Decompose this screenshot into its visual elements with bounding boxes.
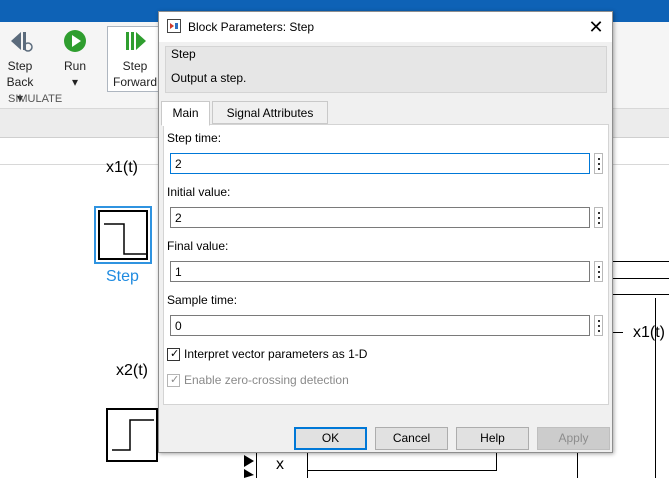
interpret-vector-checkbox[interactable]: ✓ bbox=[167, 348, 180, 361]
apply-button: Apply bbox=[537, 427, 610, 450]
final-value-more-button[interactable] bbox=[594, 261, 603, 282]
wire bbox=[577, 453, 578, 478]
block-description: Output a step. bbox=[171, 71, 247, 85]
initial-value-more-button[interactable] bbox=[594, 207, 603, 228]
wire bbox=[307, 470, 497, 471]
step-back-icon bbox=[11, 32, 33, 52]
step-forward-icon bbox=[126, 32, 146, 50]
step-time-more-button[interactable] bbox=[594, 153, 603, 174]
wire bbox=[613, 278, 669, 279]
input-port-arrow-icon bbox=[244, 455, 254, 478]
step-forward-label: Step bbox=[122, 59, 148, 73]
step-forward-label-2: Forward bbox=[112, 75, 157, 89]
ok-button[interactable]: OK bbox=[294, 427, 367, 450]
dialog-title: Block Parameters: Step bbox=[188, 20, 315, 34]
block-edge bbox=[655, 298, 656, 478]
step-time-label: Step time: bbox=[167, 131, 222, 145]
run-button[interactable]: Run ▾ bbox=[60, 28, 90, 90]
sample-time-input[interactable] bbox=[170, 315, 590, 336]
checkmark-icon: ✓ bbox=[170, 374, 180, 386]
help-button[interactable]: Help bbox=[456, 427, 529, 450]
step-down-icon bbox=[104, 223, 146, 255]
step-back-label: Step bbox=[7, 59, 33, 73]
wire bbox=[613, 332, 623, 333]
block-edge bbox=[307, 453, 308, 478]
step-up-icon bbox=[112, 419, 154, 451]
wire bbox=[613, 294, 669, 295]
simulate-section-label: SIMULATE bbox=[8, 93, 63, 105]
initial-value-label: Initial value: bbox=[167, 185, 231, 199]
run-label: Run bbox=[63, 59, 86, 73]
run-icon bbox=[64, 30, 86, 52]
sample-time-more-button[interactable] bbox=[594, 315, 603, 336]
close-button[interactable]: ✕ bbox=[580, 12, 612, 42]
main-tab-panel: Step time: Initial value: Final value: S… bbox=[163, 124, 609, 405]
wire bbox=[613, 261, 669, 262]
block-edge bbox=[256, 453, 257, 478]
group-title: Step bbox=[171, 47, 196, 61]
step-block-caption: Step bbox=[106, 268, 139, 285]
step-block-2[interactable] bbox=[106, 408, 158, 462]
port-label-x: x bbox=[276, 456, 284, 473]
simulink-block-icon bbox=[167, 19, 181, 33]
tab-signal-attributes[interactable]: Signal Attributes bbox=[212, 101, 328, 124]
final-value-label: Final value: bbox=[167, 239, 229, 253]
signal-label-x1-right: x1(t) bbox=[633, 324, 665, 341]
run-dropdown[interactable]: ▾ bbox=[72, 75, 78, 89]
dialog-titlebar[interactable]: Block Parameters: Step ✕ bbox=[159, 12, 612, 42]
wire bbox=[496, 453, 497, 471]
cancel-button[interactable]: Cancel bbox=[375, 427, 448, 450]
step-block[interactable] bbox=[94, 206, 152, 264]
step-block-body bbox=[98, 210, 148, 260]
signal-label-x1-top: x1(t) bbox=[106, 159, 138, 176]
step-forward-button[interactable]: Step Forward bbox=[110, 28, 160, 90]
step-time-input[interactable] bbox=[170, 153, 590, 174]
initial-value-input[interactable] bbox=[170, 207, 590, 228]
sample-time-label: Sample time: bbox=[167, 293, 238, 307]
block-description-group: Step Output a step. bbox=[165, 46, 607, 93]
final-value-input[interactable] bbox=[170, 261, 590, 282]
block-parameters-dialog: Block Parameters: Step ✕ Step Output a s… bbox=[158, 11, 613, 453]
checkmark-icon: ✓ bbox=[170, 348, 180, 360]
zero-crossing-label: Enable zero-crossing detection bbox=[184, 373, 349, 387]
zero-crossing-checkbox: ✓ bbox=[167, 374, 180, 387]
tab-main[interactable]: Main bbox=[161, 101, 210, 126]
interpret-vector-label: Interpret vector parameters as 1-D bbox=[184, 347, 368, 361]
signal-label-x2: x2(t) bbox=[116, 362, 148, 379]
